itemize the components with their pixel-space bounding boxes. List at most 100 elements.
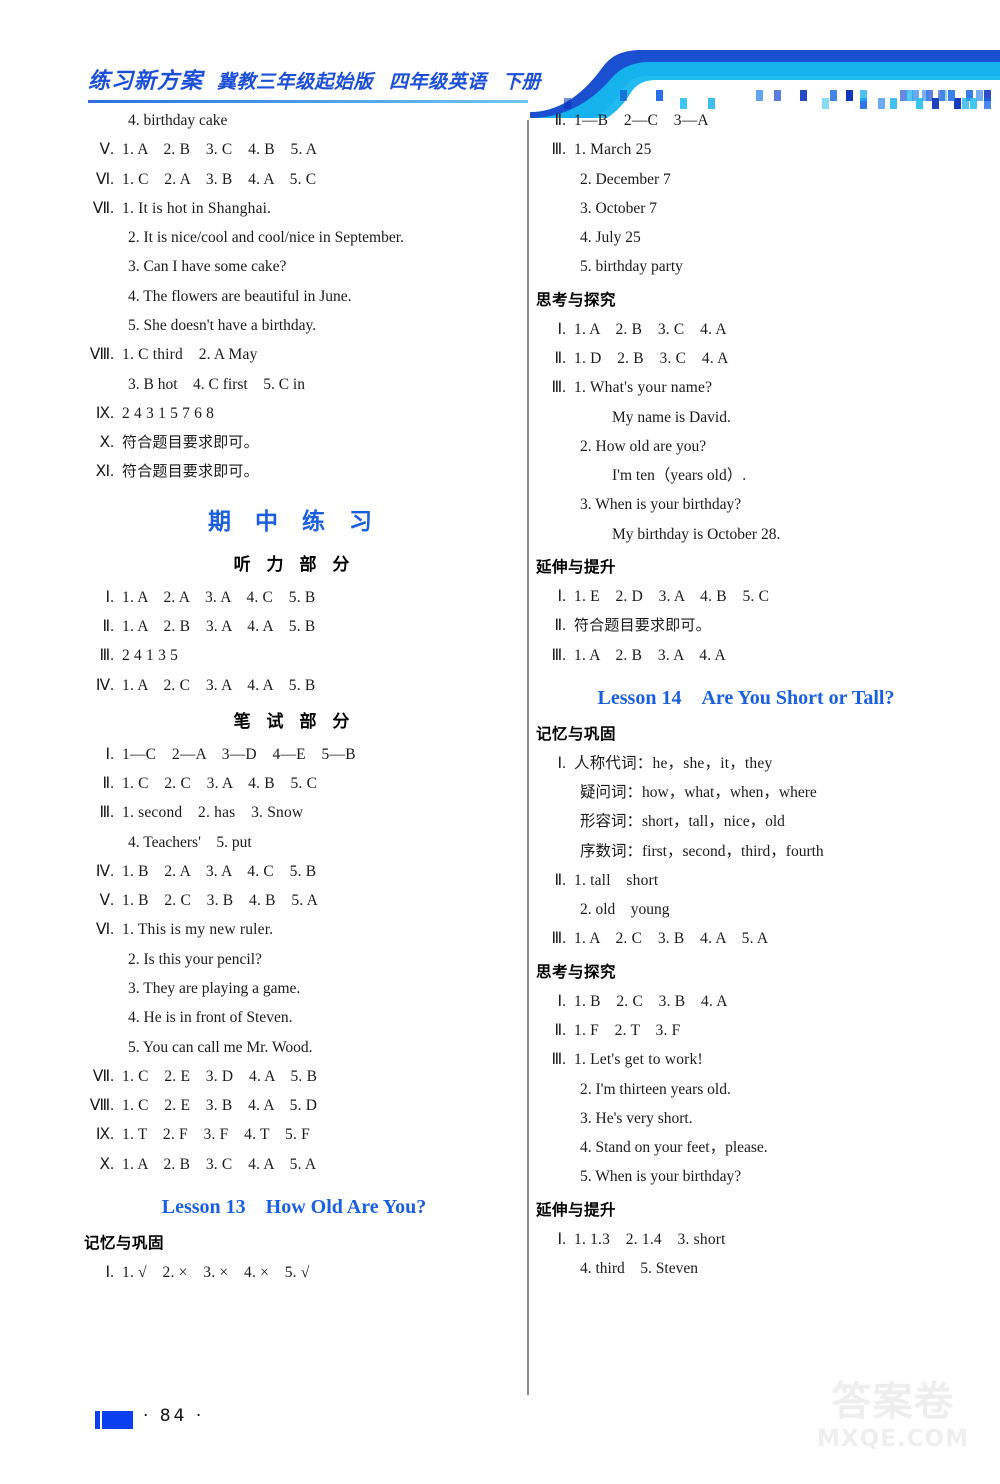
roman-numeral: Ⅴ. — [99, 892, 114, 910]
answer-subline: 2. I'm thirteen years old. — [580, 1080, 731, 1098]
header-decor-square — [822, 98, 829, 109]
roman-numeral: Ⅰ. — [557, 754, 566, 772]
roman-numeral: Ⅳ. — [95, 862, 114, 880]
answer-subline: 3. October 7 — [580, 199, 658, 217]
roman-numeral: Ⅸ. — [95, 1126, 114, 1144]
answer-line: Ⅴ. 1. B 2. C 3. B 4. B 5. A — [84, 892, 504, 910]
answer-subline: 2. December 7 — [580, 170, 671, 188]
answer-text: 1. B 2. C 3. B 4. A — [574, 992, 728, 1010]
answer-subline: 疑问词：how，what，when，where — [580, 784, 817, 802]
roman-numeral: Ⅰ. — [557, 992, 566, 1010]
right-column: Ⅱ. 1—B 2—C 3—A Ⅲ. 1. March 25 2. December 7 3… — [536, 112, 956, 1289]
answer-line: Ⅱ. 符合题目要求即可。 — [536, 617, 956, 635]
answer-text: 1. C 2. A 3. B 4. A 5. C — [122, 170, 317, 188]
answer-subline: 4. Stand on your feet，please. — [580, 1139, 768, 1157]
answer-subline: 2. old young — [580, 901, 670, 919]
header-square-pattern — [560, 88, 991, 110]
answer-text: 1. What's your name? — [574, 379, 713, 397]
roman-numeral: Ⅲ. — [551, 1051, 566, 1069]
answer-line: Ⅲ. 1. A 2. B 3. A 4. A — [536, 647, 956, 665]
answer-subline: 5. birthday party — [580, 258, 683, 276]
header-decor-square — [846, 90, 853, 101]
answer-text: 1. It is hot in Shanghai. — [122, 199, 272, 217]
answer-line: Ⅺ. 符合题目要求即可。 — [84, 463, 504, 481]
answer-line: Ⅱ. 1. C 2. C 3. A 4. B 5. C — [84, 775, 504, 793]
answer-line: Ⅰ. 1. √ 2. × 3. × 4. × 5. √ — [84, 1264, 504, 1282]
section-subtitle: 听 力 部 分 — [233, 554, 355, 575]
answer-text: 2 4 3 1 5 7 6 8 — [122, 404, 215, 422]
subsection-heading: 记忆与巩固 — [536, 724, 617, 743]
answer-text: 1. F 2. T 3. F — [574, 1022, 681, 1040]
roman-numeral: Ⅱ. — [554, 871, 566, 889]
header-brand: 练习新方案 — [88, 68, 204, 93]
header-decor-square — [656, 90, 663, 101]
answer-subline: 3. He's very short. — [580, 1109, 693, 1127]
answer-line: Ⅹ. 1. A 2. B 3. C 4. A 5. A — [84, 1156, 504, 1174]
answer-line: Ⅱ. 1. A 2. B 3. A 4. A 5. B — [84, 618, 504, 636]
answer-text: 1. A 2. B 3. A 4. A — [574, 646, 726, 664]
answer-subline: I'm ten（years old）. — [612, 467, 747, 485]
section-subtitle: 笔 试 部 分 — [233, 711, 355, 732]
watermark-cn-text: 答案卷 — [831, 1379, 955, 1425]
header-volume: 下册 — [502, 72, 541, 93]
header-grade: 四年级英语 — [389, 72, 487, 93]
subsection-heading: 延伸与提升 — [536, 557, 617, 576]
roman-numeral: Ⅴ. — [99, 141, 114, 159]
answer-line: Ⅲ. 1. What's your name? — [536, 379, 956, 397]
answer-text: 1. √ 2. × 3. × 4. × 5. √ — [122, 1264, 310, 1281]
header-edition: 冀教三年级起始版 — [217, 72, 374, 93]
subsection-heading: 思考与探究 — [536, 962, 617, 981]
column-divider — [527, 120, 529, 1395]
answer-line: Ⅰ. 1—C 2—A 3—D 4—E 5—B — [84, 746, 504, 764]
roman-numeral: Ⅰ. — [557, 587, 566, 605]
header-decor-square — [984, 98, 991, 109]
roman-numeral: Ⅹ. — [99, 434, 115, 452]
answer-line: Ⅶ. 1. It is hot in Shanghai. — [84, 200, 504, 218]
answer-line: Ⅵ. 1. C 2. A 3. B 4. A 5. C — [84, 171, 504, 189]
answer-text: 1. March 25 — [574, 141, 652, 159]
roman-numeral: Ⅲ. — [99, 804, 114, 822]
page-number: · 84 · — [143, 1406, 205, 1426]
answer-text: 1. A 2. C 3. A 4. A 5. B — [122, 676, 316, 694]
header-decor-square — [962, 98, 969, 109]
answer-text: 1. C third 2. A May — [122, 346, 258, 364]
roman-numeral: Ⅲ. — [99, 647, 114, 665]
roman-numeral: Ⅵ. — [95, 170, 114, 188]
answer-subline: 2. How old are you? — [580, 437, 707, 455]
answer-line: Ⅳ. 1. A 2. C 3. A 4. A 5. B — [84, 677, 504, 695]
header-decor-square — [970, 98, 977, 109]
page-footer: · 84 · 答案卷 MXQE.COM — [0, 1382, 1000, 1484]
header-decor-square — [800, 90, 807, 101]
answer-text: 2 4 1 3 5 — [122, 647, 179, 665]
roman-numeral: Ⅺ. — [95, 463, 114, 481]
answer-line: Ⅰ. 1. E 2. D 3. A 4. B 5. C — [536, 588, 956, 606]
answer-text: 1. E 2. D 3. A 4. B 5. C — [574, 587, 770, 605]
answer-line: Ⅷ. 1. C 2. E 3. B 4. A 5. D — [84, 1097, 504, 1115]
answer-text: 1. tall short — [574, 871, 659, 889]
answer-subline: 3. Can I have some cake? — [128, 258, 287, 276]
answer-text: 1—C 2—A 3—D 4—E 5—B — [122, 745, 356, 763]
site-watermark: 答案卷 MXQE.COM — [798, 1382, 988, 1482]
roman-numeral: Ⅱ. — [554, 1022, 566, 1040]
answer-line: Ⅵ. 1. This is my new ruler. — [84, 921, 504, 939]
answer-text: 1. C 2. E 3. B 4. A 5. D — [122, 1097, 318, 1115]
page-header: 练习新方案 冀教三年级起始版 四年级英语 下册 — [0, 0, 1000, 118]
answer-text: 符合题目要求即可。 — [122, 462, 259, 481]
answer-line: Ⅰ. 1. 1.3 2. 1.4 3. short — [536, 1231, 956, 1249]
answer-text: 1. B 2. C 3. B 4. B 5. A — [122, 892, 318, 910]
roman-numeral: Ⅰ. — [557, 320, 566, 338]
answer-subline: 形容词：short，tall，nice，old — [580, 813, 785, 831]
answer-line: Ⅲ. 2 4 1 3 5 — [84, 647, 504, 665]
roman-numeral: Ⅶ. — [92, 199, 114, 217]
answer-text: 1—B 2—C 3—A — [574, 112, 709, 129]
lesson-title-text: How Old Are You? — [265, 1196, 427, 1218]
header-decor-square — [948, 90, 955, 101]
answer-text: 符合题目要求即可。 — [122, 433, 259, 452]
answer-line: Ⅲ. 1. second 2. has 3. Snow — [84, 804, 504, 822]
subsection-heading: 延伸与提升 — [536, 1200, 617, 1219]
answer-text: 1. D 2. B 3. C 4. A — [574, 349, 729, 367]
lesson-heading: Lesson 14 Are You Short or Tall? — [536, 687, 956, 710]
answer-text: 1. A 2. B 3. C 4. B 5. A — [122, 141, 318, 159]
roman-numeral: Ⅲ. — [551, 646, 566, 664]
answer-text: 1. C 2. E 3. D 4. A 5. B — [122, 1067, 318, 1085]
